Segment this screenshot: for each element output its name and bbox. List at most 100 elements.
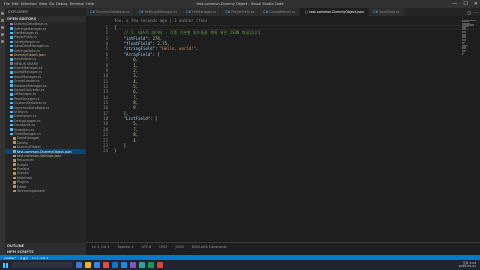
code-token: , (135, 57, 139, 63)
file-icon (13, 141, 16, 144)
file-icon (13, 189, 16, 193)
file-tree-label: AudioManager.cs (14, 70, 43, 75)
file-icon (13, 172, 16, 175)
code-token: , (195, 46, 199, 52)
git-blame-codelens[interactable]: You, a few seconds ago | 1 author (You) (114, 18, 208, 23)
file-tree-label: Materials (17, 175, 33, 180)
file-icon (10, 44, 13, 48)
code-editor[interactable]: You, a few seconds ago | 1 author (You) … (86, 16, 480, 242)
code-token: : [ (152, 51, 160, 57)
tab-label: SettingsManager.cs (144, 10, 177, 14)
editor-tab[interactable]: C#PlayerPrefs.cs (221, 8, 260, 16)
code-token: , (135, 132, 139, 138)
source-control-icon[interactable] (1, 26, 4, 29)
close-icon[interactable]: ✕ (474, 0, 478, 8)
menu-bar: File Edit Selection View Go Debug Terminal Help (0, 2, 94, 6)
taskbar-app-icon[interactable] (76, 262, 82, 268)
file-tree-label: FileManager.cs (14, 30, 39, 35)
code-token: , (135, 73, 139, 79)
taskbar-app-icon[interactable] (85, 262, 91, 268)
file-tree-label: SceneLoader.cs (14, 79, 40, 84)
taskbar-app-icon[interactable] (103, 262, 109, 268)
code-token: ], (114, 110, 129, 116)
code-token: , (135, 121, 139, 127)
taskbar-app-icon[interactable] (139, 262, 145, 268)
taskbar-app-icon[interactable] (94, 262, 100, 268)
file-tree-label: InputManager.cs (14, 74, 42, 79)
editor-tab[interactable]: C#SettingsManager.cs (134, 8, 182, 16)
explorer-header: EXPLORER (8, 10, 28, 14)
editor-tab[interactable]: C#DummyDataBase.cs (86, 8, 135, 16)
menu-item[interactable]: Help (86, 2, 94, 6)
minimap[interactable] (462, 18, 476, 68)
debug-icon[interactable] (1, 33, 4, 36)
editor-actions: ◫ ⋯ (467, 8, 478, 16)
taskbar-app-icon[interactable] (112, 262, 118, 268)
editor-info-item[interactable]: JSON with Comments (192, 245, 227, 249)
explorer-icon[interactable] (1, 12, 4, 15)
menu-item[interactable]: Edit (12, 2, 19, 6)
tray-clock[interactable]: 오후 3:24 2019-05-21 (459, 261, 476, 269)
taskbar-app-icon[interactable] (130, 262, 136, 268)
editor-info-item[interactable]: CRLF (159, 245, 167, 249)
file-icon (10, 31, 13, 35)
editor-info-item[interactable]: JSON (176, 245, 184, 249)
menu-item[interactable]: View (39, 2, 47, 6)
menu-item[interactable]: File (4, 2, 10, 6)
maximize-icon[interactable]: ☐ (463, 0, 467, 8)
file-tree: DummyDataBase.cs SettingsManager.cs FileMa… (5, 22, 86, 193)
file-tree-label: UIManager.cs (14, 92, 37, 97)
file-type-icon: {} (304, 10, 309, 14)
file-tree-label: DummyObject (17, 145, 41, 150)
file-tree-label: DummyDataBase.cs (14, 22, 48, 27)
minimize-icon[interactable]: — (452, 0, 457, 8)
sidebar-bottom-sections: OUTLINE NPM SCRIPTS (5, 243, 86, 255)
system-tray: 오후 3:24 2019-05-21 (459, 260, 476, 270)
explorer-sidebar: EXPLORER OPEN EDITORS DummyDataBase.cs Se… (5, 8, 86, 255)
editor-info-item[interactable]: Ln 1, Col 1 (92, 245, 110, 249)
file-tree-label: Singleton.cs (14, 127, 35, 132)
code-lines[interactable]: { // 1. 테스트 데이터 - 각종 기본형 필드들을 채워 넣은 JSON… (114, 25, 260, 154)
tab-label: DummyDataBase.cs (96, 10, 130, 14)
file-tree-label: EventManager.cs (14, 66, 43, 71)
file-icon (13, 176, 16, 180)
extensions-icon[interactable] (1, 40, 4, 43)
code-token: ] (114, 142, 127, 148)
taskbar-search-box[interactable] (12, 262, 72, 268)
editor-tab[interactable]: C#SaveData.cs (368, 8, 405, 16)
more-actions-icon[interactable]: ⋯ (474, 10, 478, 15)
code-token: , (135, 62, 139, 68)
search-icon[interactable] (1, 19, 4, 22)
split-editor-icon[interactable]: ◫ (467, 10, 471, 15)
status-item[interactable]: master* (4, 256, 16, 260)
status-item[interactable]: Ln 1, Col 1 (32, 256, 48, 260)
editor-info-item[interactable]: Spaces: 4 (118, 245, 134, 249)
windows-start-icon[interactable] (3, 262, 8, 268)
file-icon (10, 71, 13, 74)
taskbar-app-icon[interactable] (157, 262, 163, 268)
taskbar-app-icon[interactable] (121, 262, 127, 268)
menu-item[interactable]: Selection (21, 2, 37, 6)
minimap-line (462, 54, 463, 56)
editor-tab[interactable]: C#FileManager.cs (181, 8, 222, 16)
menu-item[interactable]: Debug (56, 2, 68, 6)
editor-tab[interactable]: C#ConfigHelper.cs (259, 8, 301, 16)
code-line[interactable]: } (114, 148, 260, 153)
editor-info-item[interactable]: UTF-8 (142, 245, 152, 249)
taskbar-app-icon[interactable] (148, 262, 154, 268)
file-icon (13, 185, 16, 188)
file-icon (10, 80, 13, 83)
bottom-panel: Ln 1, Col 1 Spaces: 4 UTF-8 CRLF JSON JSON wi… (86, 242, 480, 255)
file-tree-item[interactable]: StreamingAssets (5, 189, 86, 193)
editor-tab[interactable]: {}test-common-DummyObject.json (300, 8, 369, 16)
menu-item[interactable]: Go (49, 2, 54, 6)
status-item[interactable]: 0 ▲ 0 (20, 256, 28, 260)
menu-item[interactable]: Terminal (69, 2, 84, 6)
